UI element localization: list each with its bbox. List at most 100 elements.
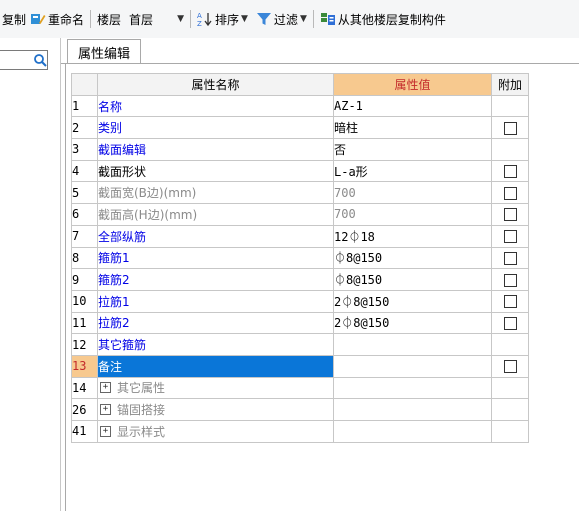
property-value[interactable]: ⏀8@150 (333, 268, 492, 291)
table-row[interactable]: 2 类别 暗柱 (71, 116, 529, 140)
checkbox-icon[interactable] (503, 273, 517, 287)
property-value[interactable]: 暗柱 (333, 116, 492, 140)
checkbox-icon[interactable] (503, 186, 517, 200)
expand-plus-icon[interactable]: + (100, 425, 111, 437)
checkbox-icon[interactable] (503, 208, 517, 222)
row-number: 10 (71, 289, 98, 313)
group-header[interactable]: + 锚固搭接 (98, 401, 333, 418)
search-button[interactable] (30, 51, 50, 69)
sort-button[interactable]: A Z 排序 ▼ (195, 7, 250, 31)
property-name[interactable]: 其它箍筋 (97, 333, 334, 356)
row-number: 13 (71, 354, 98, 378)
group-name-cell[interactable]: + 其它属性 (97, 376, 334, 400)
group-value-cell (333, 376, 492, 400)
floor-value[interactable]: 首层 (127, 11, 155, 28)
checkbox-icon[interactable] (503, 230, 517, 244)
tab-property-edit[interactable]: 属性编辑 (67, 39, 142, 64)
property-name[interactable]: 拉筋1 (97, 289, 334, 313)
row-number: 12 (71, 333, 98, 356)
property-name[interactable]: 截面形状 (97, 159, 334, 183)
group-name-cell[interactable]: + 显示样式 (97, 420, 334, 443)
expand-plus-icon[interactable]: + (100, 382, 111, 394)
extra-cell (491, 354, 529, 378)
header-row-number (71, 73, 98, 96)
property-name[interactable]: 拉筋2 (97, 311, 334, 335)
table-row[interactable]: 6 截面高(H边)(mm) 700 (71, 203, 529, 226)
table-row[interactable]: 5 截面宽(B边)(mm) 700 (71, 181, 529, 205)
property-name[interactable]: 全部纵筋 (97, 224, 334, 248)
extra-cell (491, 246, 529, 270)
checkbox-icon[interactable] (503, 165, 517, 179)
checkbox-icon[interactable] (503, 316, 517, 330)
copy-from-floor-button[interactable]: 从其他楼层复制构件 (318, 7, 448, 31)
extra-cell (491, 116, 529, 140)
header-property-name[interactable]: 属性名称 (97, 73, 334, 96)
group-header[interactable]: + 显示样式 (98, 423, 333, 440)
property-value[interactable] (333, 333, 492, 356)
chevron-down-icon[interactable]: ▼ (177, 14, 184, 24)
group-row[interactable]: 41 + 显示样式 (71, 420, 529, 443)
property-value[interactable]: AZ-1 (333, 94, 492, 118)
row-number: 1 (71, 94, 98, 118)
checkbox-icon[interactable] (503, 295, 517, 309)
group-row[interactable]: 26 + 锚固搭接 (71, 398, 529, 421)
table-row[interactable]: 9 箍筋2 ⏀8@150 (71, 268, 529, 291)
property-name[interactable]: 箍筋2 (97, 268, 334, 291)
row-number: 8 (71, 246, 98, 270)
property-grid-area: 属性名称 属性值 附加 1 名称 AZ-1 2 类别 暗柱 3 截面编辑 否 4… (65, 64, 579, 511)
floor-selector[interactable]: 楼层 首层 ▼ (95, 7, 186, 31)
rename-button[interactable]: 重命名 (28, 7, 86, 31)
group-row[interactable]: 14 + 其它属性 (71, 376, 529, 400)
component-list-panel (0, 38, 61, 511)
table-row[interactable]: 1 名称 AZ-1 (71, 94, 529, 118)
table-row[interactable]: 10 拉筋1 2⏀8@150 (71, 289, 529, 313)
checkbox-icon[interactable] (503, 121, 517, 135)
extra-cell (491, 159, 529, 183)
header-extra[interactable]: 附加 (491, 73, 529, 96)
property-name[interactable]: 截面编辑 (97, 138, 334, 161)
checkbox-icon[interactable] (503, 251, 517, 265)
property-value[interactable]: 否 (333, 138, 492, 161)
property-name[interactable]: 类别 (97, 116, 334, 140)
table-row[interactable]: 12 其它箍筋 (71, 333, 529, 356)
property-name[interactable]: 截面高(H边)(mm) (97, 203, 334, 226)
expand-plus-icon[interactable]: + (100, 404, 111, 416)
filter-button[interactable]: 过滤 ▼ (254, 7, 309, 31)
copy-button[interactable]: 复制 (0, 7, 28, 31)
property-name[interactable]: 备注 (97, 354, 334, 378)
group-extra-cell (491, 398, 529, 421)
extra-cell (491, 94, 529, 118)
floor-label: 楼层 (97, 12, 122, 27)
row-number: 7 (71, 224, 98, 248)
svg-text:Z: Z (197, 20, 202, 27)
property-value[interactable] (333, 354, 492, 378)
toolbar: 复制 重命名 楼层 首层 ▼ A Z 排序 ▼ 过滤 ▼ 从其他楼层复制构件 (0, 0, 579, 39)
group-name-cell[interactable]: + 锚固搭接 (97, 398, 334, 421)
property-value[interactable]: 700 (333, 181, 492, 205)
property-value[interactable]: 700 (333, 203, 492, 226)
filter-icon (256, 13, 271, 25)
toolbar-divider (312, 10, 314, 28)
property-value[interactable]: L-a形 (333, 159, 492, 183)
property-value[interactable]: 2⏀8@150 (333, 289, 492, 313)
table-row[interactable]: 3 截面编辑 否 (71, 138, 529, 161)
checkbox-icon[interactable] (503, 360, 517, 374)
property-value[interactable]: 2⏀8@150 (333, 311, 492, 335)
table-row[interactable]: 11 拉筋2 2⏀8@150 (71, 311, 529, 335)
property-name[interactable]: 截面宽(B边)(mm) (97, 181, 334, 205)
group-header[interactable]: + 其它属性 (98, 379, 333, 396)
property-name[interactable]: 箍筋1 (97, 246, 334, 270)
copy-from-floor-label: 从其他楼层复制构件 (337, 12, 446, 27)
table-row[interactable]: 4 截面形状 L-a形 (71, 159, 529, 183)
row-number: 4 (71, 159, 98, 183)
group-label: 其它属性 (117, 381, 166, 396)
table-row[interactable]: 8 箍筋1 ⏀8@150 (71, 246, 529, 270)
chevron-down-icon: ▼ (241, 14, 248, 24)
table-row[interactable]: 7 全部纵筋 12⏀18 (71, 224, 529, 248)
property-name[interactable]: 名称 (97, 94, 334, 118)
row-number: 26 (71, 398, 98, 421)
property-value[interactable]: 12⏀18 (333, 224, 492, 248)
table-row-selected[interactable]: 13 备注 (71, 354, 529, 378)
property-value[interactable]: ⏀8@150 (333, 246, 492, 270)
header-property-value[interactable]: 属性值 (333, 73, 492, 96)
